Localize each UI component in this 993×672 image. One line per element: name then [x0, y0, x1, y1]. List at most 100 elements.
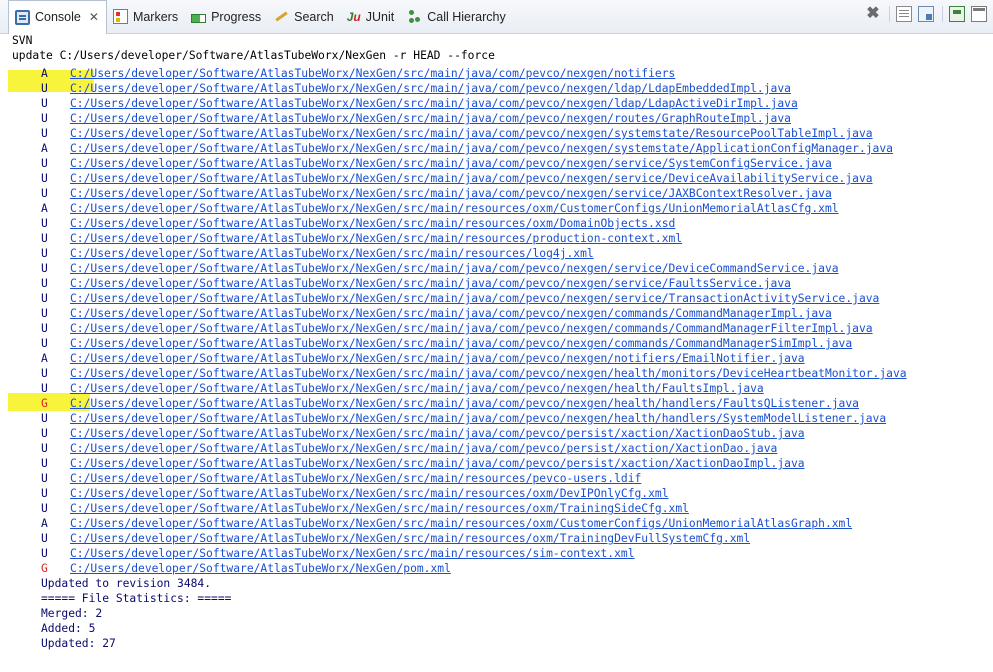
entry-path-link[interactable]: C:/Users/developer/Software/AtlasTubeWor…: [70, 156, 832, 171]
tab-console[interactable]: Console ✕: [8, 0, 107, 34]
entry-path-link[interactable]: C:/Users/developer/Software/AtlasTubeWor…: [70, 291, 879, 306]
console-output[interactable]: SVN update C:/Users/developer/Software/A…: [0, 34, 993, 672]
entry-path-link[interactable]: C:/Users/developer/Software/AtlasTubeWor…: [70, 471, 641, 486]
entry-status: U: [41, 412, 48, 425]
pin-console-icon[interactable]: [949, 6, 965, 22]
console-entry: U C:/Users/developer/Software/AtlasTubeWo…: [0, 411, 993, 426]
tab-junit-label: JUnit: [365, 9, 395, 24]
entry-status: A: [41, 202, 48, 215]
entry-status: U: [41, 307, 48, 320]
summary-line: Updated: 27: [41, 637, 116, 650]
entry-path-link[interactable]: C:/Users/developer/Software/AtlasTubeWor…: [70, 561, 451, 576]
entry-path-link[interactable]: C:/Users/developer/Software/AtlasTubeWor…: [70, 456, 805, 471]
entry-status: U: [41, 502, 48, 515]
entry-path-link[interactable]: C:/Users/developer/Software/AtlasTubeWor…: [70, 306, 832, 321]
tab-call-hierarchy[interactable]: Call Hierarchy: [401, 0, 513, 34]
summary-line: ===== File Statistics: =====: [41, 592, 232, 605]
tab-call-hierarchy-label: Call Hierarchy: [427, 9, 506, 24]
console-entry: U C:/Users/developer/Software/AtlasTubeWo…: [0, 276, 993, 291]
console-entry: U C:/Users/developer/Software/AtlasTubeWo…: [0, 441, 993, 456]
entry-status: U: [41, 382, 48, 395]
console-entry: U C:/Users/developer/Software/AtlasTubeWo…: [0, 321, 993, 336]
entry-status: A: [41, 352, 48, 365]
entry-status: U: [41, 97, 48, 110]
entry-status: U: [41, 157, 48, 170]
console-entry: A C:/Users/developer/Software/AtlasTubeWo…: [0, 66, 993, 81]
entry-path-link[interactable]: C:/Users/developer/Software/AtlasTubeWor…: [70, 171, 873, 186]
entry-path-link[interactable]: C:/Users/developer/Software/AtlasTubeWor…: [70, 201, 839, 216]
entry-path-link[interactable]: C:/Users/developer/Software/AtlasTubeWor…: [70, 411, 886, 426]
tab-search[interactable]: Search: [268, 0, 341, 34]
entry-path-link[interactable]: C:/Users/developer/Software/AtlasTubeWor…: [70, 441, 777, 456]
close-icon[interactable]: ✕: [89, 10, 99, 24]
entry-path-link[interactable]: C:/Users/developer/Software/AtlasTubeWor…: [70, 276, 791, 291]
console-icon: [15, 9, 30, 25]
console-entry: U C:/Users/developer/Software/AtlasTubeWo…: [0, 126, 993, 141]
entry-path-link[interactable]: C:/Users/developer/Software/AtlasTubeWor…: [70, 351, 805, 366]
tab-junit[interactable]: Ju JUnit: [341, 0, 402, 34]
entry-path-link[interactable]: C:/Users/developer/Software/AtlasTubeWor…: [70, 546, 635, 561]
entry-path-link[interactable]: C:/Users/developer/Software/AtlasTubeWor…: [70, 516, 852, 531]
call-hierarchy-icon: [407, 9, 422, 24]
console-entry: U C:/Users/developer/Software/AtlasTubeWo…: [0, 231, 993, 246]
entry-path-link[interactable]: C:/Users/developer/Software/AtlasTubeWor…: [70, 246, 594, 261]
entry-path-link[interactable]: C:/Users/developer/Software/AtlasTubeWor…: [70, 321, 873, 336]
entry-path-link[interactable]: C:/Users/developer/Software/AtlasTubeWor…: [70, 366, 907, 381]
entry-path-link[interactable]: C:/Users/developer/Software/AtlasTubeWor…: [70, 231, 682, 246]
svn-command: update C:/Users/developer/Software/Atlas…: [12, 49, 495, 62]
console-entry: U C:/Users/developer/Software/AtlasTubeWo…: [0, 306, 993, 321]
entry-path-link[interactable]: C:/Users/developer/Software/AtlasTubeWor…: [70, 336, 852, 351]
tab-markers-label: Markers: [132, 9, 179, 24]
entry-status: A: [41, 142, 48, 155]
entry-path-link[interactable]: C:/Users/developer/Software/AtlasTubeWor…: [70, 216, 675, 231]
entry-status: U: [41, 262, 48, 275]
progress-icon: [191, 13, 207, 23]
entry-path-link[interactable]: C:/Users/developer/Software/AtlasTubeWor…: [70, 81, 791, 96]
scroll-lock-icon[interactable]: [918, 6, 934, 22]
console-entry: U C:/Users/developer/Software/AtlasTubeWo…: [0, 546, 993, 561]
entry-path-link[interactable]: C:/Users/developer/Software/AtlasTubeWor…: [70, 66, 675, 81]
entry-path-link[interactable]: C:/Users/developer/Software/AtlasTubeWor…: [70, 141, 893, 156]
console-entry: U C:/Users/developer/Software/AtlasTubeWo…: [0, 456, 993, 471]
console-entry: U C:/Users/developer/Software/AtlasTubeWo…: [0, 366, 993, 381]
console-entry: U C:/Users/developer/Software/AtlasTubeWo…: [0, 111, 993, 126]
console-toolbar: ✖: [859, 6, 987, 22]
console-entry: U C:/Users/developer/Software/AtlasTubeWo…: [0, 501, 993, 516]
entry-path-link[interactable]: C:/Users/developer/Software/AtlasTubeWor…: [70, 531, 750, 546]
console-entry: U C:/Users/developer/Software/AtlasTubeWo…: [0, 291, 993, 306]
entry-path-link[interactable]: C:/Users/developer/Software/AtlasTubeWor…: [70, 381, 764, 396]
entry-path-link[interactable]: C:/Users/developer/Software/AtlasTubeWor…: [70, 186, 832, 201]
console-entry: G C:/Users/developer/Software/AtlasTubeWo…: [0, 396, 993, 411]
console-entry: A C:/Users/developer/Software/AtlasTubeWo…: [0, 351, 993, 366]
console-entry: U C:/Users/developer/Software/AtlasTubeWo…: [0, 246, 993, 261]
tab-progress[interactable]: Progress: [185, 0, 268, 34]
entry-path-link[interactable]: C:/Users/developer/Software/AtlasTubeWor…: [70, 486, 669, 501]
console-entry: G C:/Users/developer/Software/AtlasTubeWo…: [0, 561, 993, 576]
entry-path-link[interactable]: C:/Users/developer/Software/AtlasTubeWor…: [70, 96, 798, 111]
entry-path-link[interactable]: C:/Users/developer/Software/AtlasTubeWor…: [70, 426, 805, 441]
entry-path-link[interactable]: C:/Users/developer/Software/AtlasTubeWor…: [70, 396, 859, 411]
entry-path-link[interactable]: C:/Users/developer/Software/AtlasTubeWor…: [70, 261, 839, 276]
clear-console-icon[interactable]: [896, 6, 912, 22]
entry-path-link[interactable]: C:/Users/developer/Software/AtlasTubeWor…: [70, 126, 873, 141]
entry-status: U: [41, 232, 48, 245]
console-entry: A C:/Users/developer/Software/AtlasTubeWo…: [0, 516, 993, 531]
console-entry: U C:/Users/developer/Software/AtlasTubeWo…: [0, 381, 993, 396]
console-entry: U C:/Users/developer/Software/AtlasTubeWo…: [0, 186, 993, 201]
display-console-icon[interactable]: [971, 6, 987, 22]
tab-markers[interactable]: Markers: [107, 0, 185, 34]
entry-status: U: [41, 457, 48, 470]
summary-line: Updated to revision 3484.: [41, 577, 212, 590]
entry-status: U: [41, 427, 48, 440]
console-entry: U C:/Users/developer/Software/AtlasTubeWo…: [0, 486, 993, 501]
entry-status: U: [41, 547, 48, 560]
entry-status: U: [41, 277, 48, 290]
entry-status: A: [41, 67, 48, 80]
entry-path-link[interactable]: C:/Users/developer/Software/AtlasTubeWor…: [70, 111, 791, 126]
remove-launch-icon[interactable]: ✖: [865, 6, 881, 22]
tab-console-label: Console: [35, 10, 81, 24]
summary-line: Merged: 2: [41, 607, 103, 620]
entry-path-link[interactable]: C:/Users/developer/Software/AtlasTubeWor…: [70, 501, 689, 516]
entry-status: U: [41, 112, 48, 125]
entry-status: G: [41, 562, 48, 575]
